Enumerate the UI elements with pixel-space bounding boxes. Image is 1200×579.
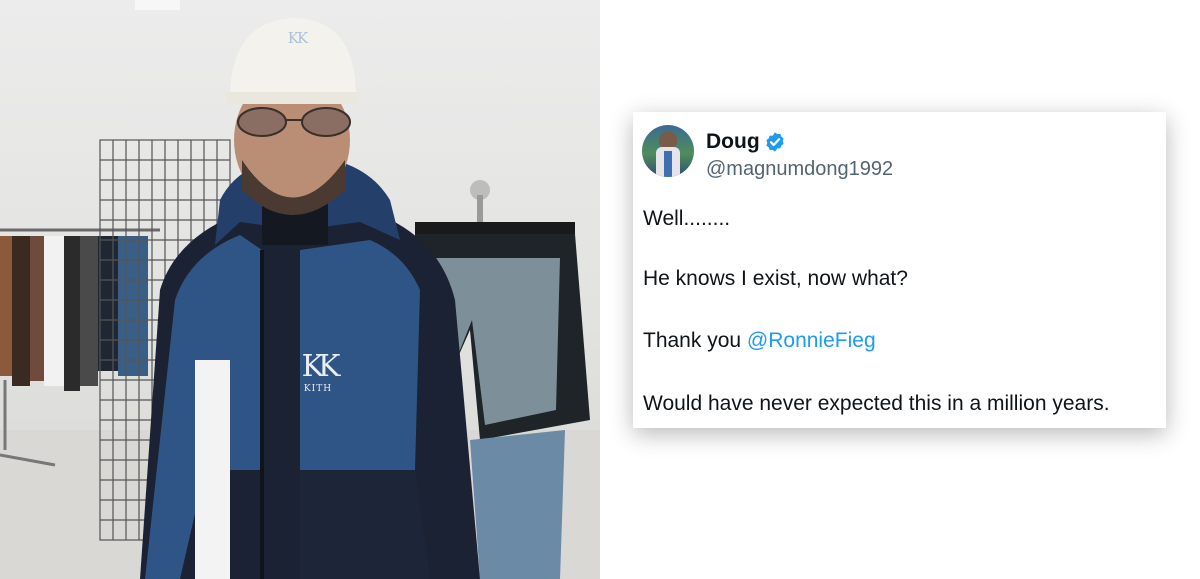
tweet-text-line: Well........: [643, 207, 731, 230]
author-handle[interactable]: @magnumdong1992: [706, 158, 893, 181]
tweet-text-line: Would have never expected this in a mill…: [643, 392, 1110, 415]
photo-illustration: [0, 0, 600, 579]
tweet-text-line: He knows I exist, now what?: [643, 267, 908, 290]
photo: KK KK KITH: [0, 0, 600, 579]
avatar-jersey-stripe: [664, 151, 672, 177]
mention-link[interactable]: @RonnieFieg: [747, 329, 876, 352]
jacket-logo: KK KITH: [292, 349, 344, 395]
clothing-rack: [0, 228, 160, 467]
jacket-logo-monogram: KK: [301, 349, 341, 384]
cap-logo: KK: [287, 29, 308, 47]
tweet-card: Doug @magnumdong1992 Well........ He kno…: [633, 112, 1166, 428]
tweet-text-thanks: Thank you: [643, 329, 747, 352]
verified-badge-icon: [766, 132, 784, 152]
person: [140, 18, 480, 579]
tweet-text-line: Thank you @RonnieFieg: [643, 329, 876, 353]
avatar[interactable]: [642, 125, 694, 177]
jacket-logo-word: KITH: [303, 384, 333, 394]
author-name[interactable]: Doug: [706, 130, 760, 154]
